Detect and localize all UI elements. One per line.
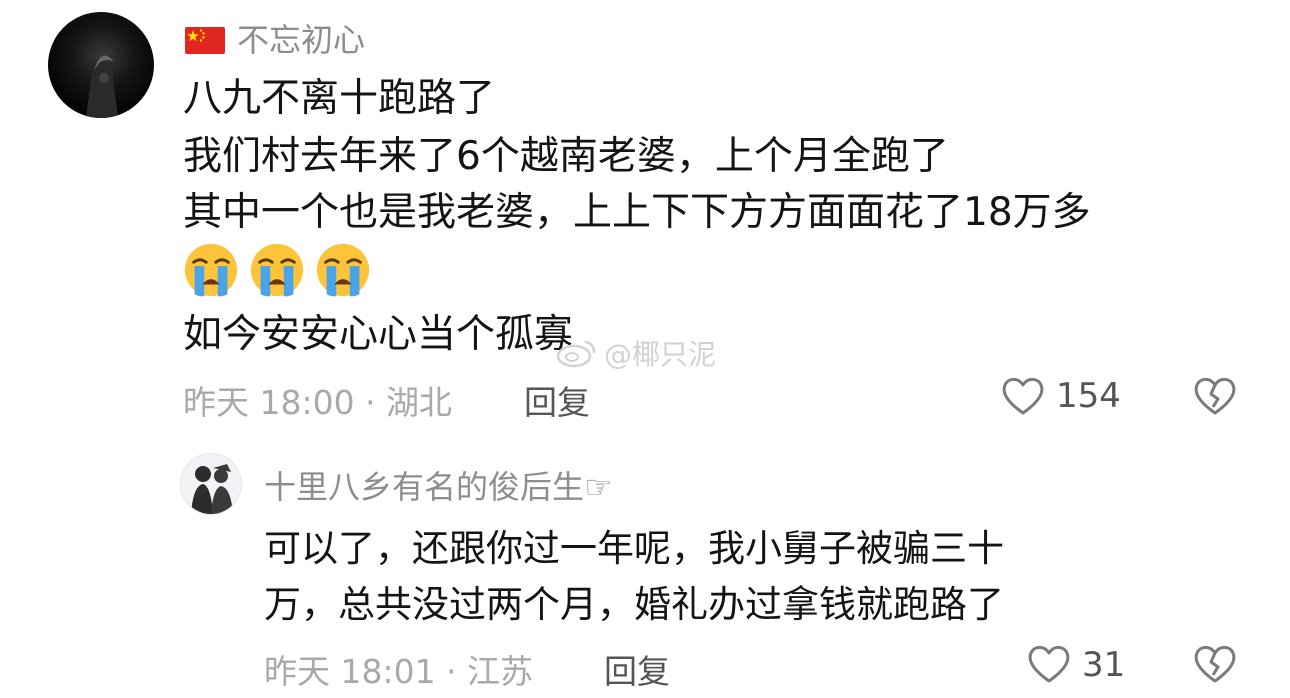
comment-dislike-button[interactable] [1192, 375, 1238, 421]
reply-meta: 昨天 18:01 · 江苏 [264, 652, 534, 691]
commenter-avatar[interactable] [48, 12, 154, 118]
reply-author-avatar[interactable] [180, 453, 242, 515]
reply-like-count: 31 [1082, 645, 1126, 685]
comment-text-line-4: 如今安安心心当个孤寡 [183, 312, 574, 357]
comment-author[interactable]: 不忘初心 [185, 15, 365, 61]
loudly-crying-face-icon [250, 243, 304, 297]
reply-reply-button[interactable]: 回复 [604, 645, 670, 693]
reply-text-line-1: 可以了，还跟你过一年呢，我小舅子被骗三十 [264, 527, 1004, 570]
reply-author-name[interactable]: 十里八乡有名的俊后生☞ [264, 462, 613, 508]
comment-author-name: 不忘初心 [237, 21, 366, 59]
comment-text-line-1: 八九不离十跑路了 [183, 76, 496, 121]
people-silhouette-icon [191, 464, 233, 514]
reply-text-line-2: 万，总共没过两个月，婚礼办过拿钱就跑路了 [264, 583, 1004, 626]
watermark-text: @椰只泥 [604, 338, 717, 371]
broken-heart-icon [1194, 645, 1236, 683]
comment-text-line-3: 其中一个也是我老婆，上上下下方方面面花了18万多 [183, 190, 1091, 235]
reply-like-button[interactable] [1026, 643, 1072, 689]
heart-outline-icon [1028, 645, 1070, 683]
comment-emoji-row [182, 241, 372, 299]
broken-heart-icon [1194, 377, 1236, 415]
reply-dislike-button[interactable] [1192, 643, 1238, 689]
comment-reply-button[interactable]: 回复 [524, 376, 590, 424]
comment-like-count: 154 [1056, 376, 1121, 416]
comment-like-button[interactable] [1000, 375, 1046, 421]
china-flag-icon [185, 27, 225, 54]
comment-meta: 昨天 18:00 · 湖北 [183, 383, 453, 422]
comment-text-line-2: 我们村去年来了6个越南老婆，上个月全跑了 [183, 134, 949, 179]
loudly-crying-face-icon [184, 243, 238, 297]
weibo-logo-icon [556, 340, 596, 368]
watermark: @椰只泥 [556, 333, 716, 373]
loudly-crying-face-icon [316, 243, 370, 297]
heart-outline-icon [1002, 377, 1044, 415]
hooded-figure-icon [86, 55, 118, 118]
